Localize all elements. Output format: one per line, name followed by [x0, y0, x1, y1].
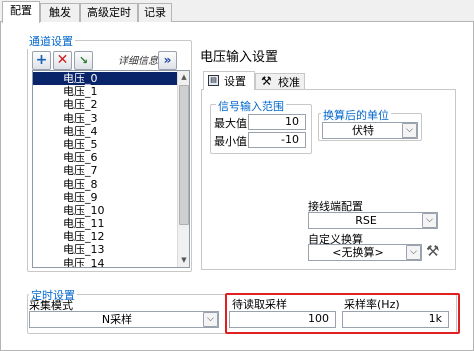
scaled-units-value: 伏特 — [352, 124, 374, 137]
chevron-down-icon[interactable]: ⌵ — [402, 123, 417, 138]
tab-calibration[interactable]: ⚒ 校准 — [255, 73, 305, 89]
samples-to-read-label: 待读取采样 — [232, 298, 287, 311]
channel-list-item[interactable]: 电压_3 — [33, 112, 178, 125]
channel-list-item[interactable]: 电压_2 — [33, 98, 178, 111]
scroll-up-arrow-icon[interactable]: ▲ — [178, 71, 189, 84]
chevron-down-icon[interactable]: ⌵ — [422, 213, 437, 228]
channel-list-item[interactable]: 电压_9 — [33, 191, 178, 204]
custom-scale-select[interactable]: <无换算> ⌵ — [308, 244, 422, 261]
channel-list-item[interactable]: 电压_13 — [33, 243, 178, 256]
terminal-config-select[interactable]: RSE ⌵ — [308, 212, 438, 229]
tab-advanced-timing-label: 高级定时 — [87, 6, 131, 19]
tab-settings[interactable]: ▤ 设置 — [203, 71, 255, 90]
channel-list-item[interactable]: 电压_10 — [33, 204, 178, 217]
tab-settings-label: 设置 — [224, 75, 246, 88]
max-value-input[interactable]: 10 — [248, 114, 306, 130]
channel-list-item[interactable]: 电压_7 — [33, 164, 178, 177]
details-label: 详细信息 — [118, 56, 158, 67]
acquisition-mode-value: N采样 — [101, 313, 133, 326]
scroll-down-arrow-icon[interactable]: ▼ — [178, 254, 189, 267]
chevron-down-icon[interactable]: ⌵ — [406, 245, 421, 260]
sample-rate-label: 采样率(Hz) — [344, 298, 400, 311]
scaled-units-select[interactable]: 伏特 ⌵ — [322, 122, 418, 139]
channel-properties-button[interactable]: ↘ — [74, 51, 93, 70]
channel-list-item[interactable]: 电压_6 — [33, 151, 178, 164]
channel-list-item[interactable]: 电压_11 — [33, 217, 178, 230]
chevron-down-icon[interactable]: ⌵ — [203, 312, 218, 327]
channel-list: 电压_0 电压_1 电压_2 电压_3 电压_4 电压_5 电压_6 电压_7 电压_8 电压_9… — [32, 70, 190, 268]
voltage-input-title: 电压输入设置 — [200, 50, 279, 65]
channel-list-scrollbar[interactable]: ▲ ▼ — [177, 71, 189, 267]
scale-wrench-icon[interactable]: ⚒ — [426, 243, 439, 260]
channel-list-item[interactable]: 电压_8 — [33, 178, 178, 191]
terminal-config-value: RSE — [355, 214, 377, 227]
channel-list-item[interactable]: 电压_1 — [33, 85, 178, 98]
tab-advanced-timing[interactable]: 高级定时 — [80, 3, 138, 22]
wrench-icon: ⚒ — [261, 74, 272, 88]
details-toggle-button[interactable]: » — [158, 51, 177, 70]
tab-config-label: 配置 — [10, 4, 32, 17]
channel-list-item[interactable]: 电压_4 — [33, 125, 178, 138]
channel-list-item[interactable]: 电压_14 — [33, 257, 178, 267]
channel-list-item[interactable]: 电压_5 — [33, 138, 178, 151]
scaled-units-title: 换算后的单位 — [321, 107, 391, 123]
min-value-label: 最小值 — [214, 135, 247, 148]
tab-logging[interactable]: 记录 — [138, 3, 172, 22]
max-value-label: 最大值 — [214, 117, 247, 130]
tab-config[interactable]: 配置 — [2, 1, 40, 23]
sample-rate-input[interactable]: 1k — [342, 311, 449, 328]
settings-icon: ▤ — [208, 75, 219, 86]
acquisition-mode-select[interactable]: N采样 ⌵ — [29, 311, 219, 328]
channel-list-item[interactable]: 电压_12 — [33, 230, 178, 243]
channel-settings-title: 通道设置 — [27, 33, 75, 49]
tab-logging-label: 记录 — [144, 6, 166, 19]
custom-scale-value: <无换算> — [332, 246, 384, 259]
samples-to-read-input[interactable]: 100 — [229, 311, 336, 328]
remove-channel-button[interactable]: ✕ — [53, 51, 72, 70]
tab-trigger-label: 触发 — [49, 6, 71, 19]
tab-calibration-label: 校准 — [278, 76, 300, 89]
tab-trigger[interactable]: 触发 — [40, 3, 80, 22]
scrollbar-thumb[interactable] — [179, 85, 189, 225]
channel-list-item[interactable]: 电压_0 — [33, 72, 178, 86]
signal-range-title: 信号输入范围 — [216, 98, 286, 114]
min-value-input[interactable]: -10 — [248, 132, 306, 148]
add-channel-button[interactable]: + — [32, 51, 51, 70]
